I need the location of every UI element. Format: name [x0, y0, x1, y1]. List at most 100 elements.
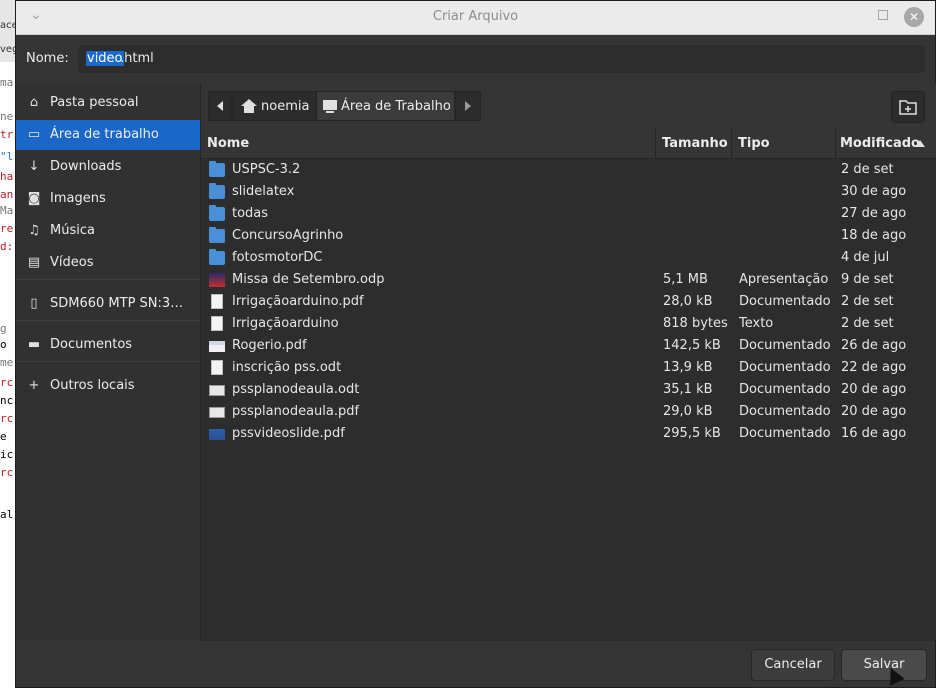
- background-code-line: ic: [0, 448, 14, 461]
- sidebar-separator: [16, 320, 200, 321]
- background-code-line: re: [0, 222, 14, 235]
- file-row[interactable]: USPSC-3.2 2 de set: [201, 159, 936, 181]
- file-row[interactable]: todas 27 de ago: [201, 203, 936, 225]
- desktop-icon: ▭: [27, 127, 41, 142]
- sidebar-item-download[interactable]: ↓ Downloads: [16, 152, 200, 182]
- maximize-icon[interactable]: [878, 10, 888, 20]
- file-row[interactable]: pssplanodeaula.pdf 29,0 kB Documentado 20 d…: [201, 401, 936, 423]
- file-name: ConcursoAgrinho: [232, 228, 344, 243]
- background-code-line: rc: [0, 412, 14, 425]
- file-name: fotosmotorDC: [232, 250, 323, 265]
- file-icon: [211, 360, 223, 375]
- file-date: 18 de ago: [841, 228, 907, 243]
- path-home-label: noemia: [261, 99, 310, 114]
- column-size[interactable]: Tamanho: [662, 136, 728, 151]
- close-icon[interactable]: ✕: [904, 7, 924, 27]
- column-type[interactable]: Tipo: [738, 136, 770, 151]
- file-size: 5,1 MB: [663, 272, 708, 287]
- sidebar-item-label: SDM660 MTP SN:3…: [50, 296, 184, 311]
- folder-icon: [209, 205, 225, 221]
- chevron-right-icon: [465, 101, 471, 111]
- filename-selection: video: [86, 51, 124, 66]
- sidebar-item-label: Pasta pessoal: [50, 95, 139, 110]
- file-row[interactable]: inscrição pss.odt 13,9 kB Documentado 22 de…: [201, 357, 936, 379]
- file-row[interactable]: pssplanodeaula.odt 35,1 kB Documentado 20 d…: [201, 379, 936, 401]
- filename-input[interactable]: video .html: [78, 45, 925, 73]
- sidebar-item-folder[interactable]: ▬ Documentos: [16, 330, 200, 360]
- file-row[interactable]: Irrigaçãoarduino.pdf 28,0 kB Documentado 2 …: [201, 291, 936, 313]
- file-date: 16 de ago: [841, 426, 907, 441]
- sidebar-item-label: Vídeos: [50, 255, 94, 270]
- file-date: 4 de jul: [841, 250, 890, 265]
- sidebar-item-music[interactable]: ♫ Música: [16, 216, 200, 246]
- background-code-line: ha: [0, 170, 14, 183]
- file-name: Missa de Setembro.odp: [232, 272, 385, 287]
- sort-ascending-icon: [915, 140, 925, 147]
- file-date: 27 de ago: [841, 206, 907, 221]
- sidebar-item-label: Outros locais: [50, 378, 135, 393]
- sidebar-item-phone[interactable]: ▯ SDM660 MTP SN:3…: [16, 289, 200, 319]
- column-divider: [655, 129, 656, 158]
- background-code-line: rc: [0, 466, 14, 479]
- save-button[interactable]: Salvar: [841, 649, 927, 681]
- sidebar-item-plus[interactable]: + Outros locais: [16, 371, 200, 401]
- path-home-button[interactable]: noemia: [232, 91, 316, 121]
- sidebar-item-desktop[interactable]: ▭ Área de trabalho: [16, 120, 200, 150]
- background-editor-header: ace veg: [0, 0, 18, 62]
- file-row[interactable]: fotosmotorDC 4 de jul: [201, 247, 936, 269]
- file-name: slidelatex: [232, 184, 295, 199]
- chevron-left-icon: [217, 101, 223, 111]
- file-date: 9 de set: [841, 272, 894, 287]
- sidebar-item-video[interactable]: ▤ Vídeos: [16, 248, 200, 278]
- file-date: 30 de ago: [841, 184, 907, 199]
- desktop-icon: [323, 100, 337, 113]
- file-type: Documentado: [739, 426, 831, 441]
- file-name: USPSC-3.2: [232, 162, 301, 177]
- path-desktop-button[interactable]: Área de Trabalho: [316, 91, 455, 121]
- new-folder-icon: [899, 100, 917, 115]
- file-row[interactable]: pssvideoslide.pdf 295,5 kB Documentado 16 d…: [201, 423, 936, 445]
- folder-icon: ▬: [27, 337, 41, 352]
- folder-icon: [209, 183, 225, 199]
- sidebar-item-label: Downloads: [50, 159, 122, 174]
- file-name: Irrigaçãoarduino: [232, 316, 339, 331]
- background-code-line: rc: [0, 376, 14, 389]
- filename-extension: .html: [120, 51, 154, 66]
- file-size: 29,0 kB: [663, 404, 713, 419]
- background-code-line: o: [0, 338, 7, 351]
- file-icon: [209, 407, 225, 418]
- file-name: pssplanodeaula.pdf: [232, 404, 360, 419]
- file-size: 13,9 kB: [663, 360, 713, 375]
- folder-icon: [209, 249, 225, 265]
- new-folder-button[interactable]: [891, 91, 925, 123]
- cancel-button[interactable]: Cancelar: [751, 649, 835, 681]
- column-divider: [731, 129, 732, 158]
- path-forward-button[interactable]: [455, 91, 481, 121]
- file-date: 2 de set: [841, 162, 894, 177]
- path-back-button[interactable]: [208, 91, 232, 121]
- file-row[interactable]: Rogerio.pdf 142,5 kB Documentado 26 de ago: [201, 335, 936, 357]
- file-icon: [209, 385, 225, 396]
- file-size: 818 bytes: [663, 316, 728, 331]
- camera-icon: ◙: [27, 191, 41, 206]
- music-icon: ♫: [28, 223, 40, 238]
- file-row[interactable]: Irrigaçãoarduino 818 bytes Texto 2 de set: [201, 313, 936, 335]
- file-type: Apresentação: [739, 272, 829, 287]
- file-date: 22 de ago: [841, 360, 907, 375]
- path-bar: noemia Área de Trabalho: [201, 83, 936, 129]
- column-name[interactable]: Nome: [207, 136, 249, 151]
- sidebar-item-camera[interactable]: ◙ Imagens: [16, 184, 200, 214]
- file-row[interactable]: ConcursoAgrinho 18 de ago: [201, 225, 936, 247]
- file-type: Documentado: [739, 360, 831, 375]
- file-date: 20 de ago: [841, 404, 907, 419]
- file-name: Rogerio.pdf: [232, 338, 307, 353]
- sidebar-item-home[interactable]: ⌂ Pasta pessoal: [16, 88, 200, 118]
- file-type: Documentado: [739, 294, 831, 309]
- file-name: pssplanodeaula.odt: [232, 382, 360, 397]
- file-row[interactable]: Missa de Setembro.odp 5,1 MB Apresentação 9…: [201, 269, 936, 291]
- file-type: Texto: [739, 316, 774, 331]
- filename-label: Nome:: [26, 51, 69, 66]
- column-modified[interactable]: Modificado: [840, 136, 920, 151]
- file-type: Documentado: [739, 338, 831, 353]
- file-row[interactable]: slidelatex 30 de ago: [201, 181, 936, 203]
